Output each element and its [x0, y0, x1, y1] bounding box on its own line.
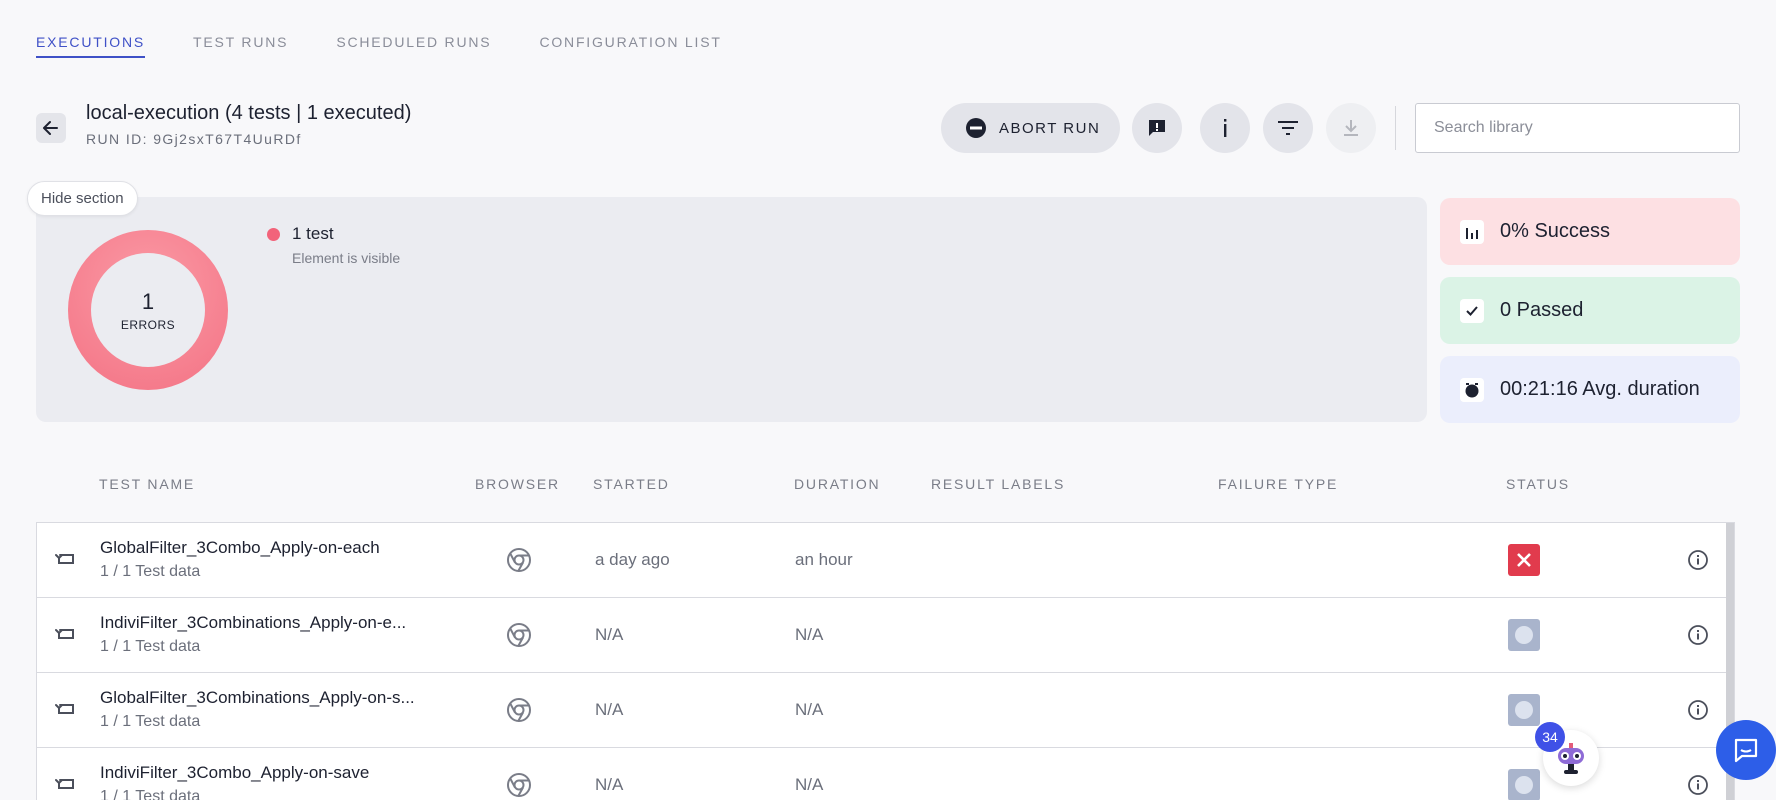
- test-data-count: 1 / 1 Test data: [100, 563, 201, 580]
- header-failure-type[interactable]: FAILURE TYPE: [1218, 476, 1338, 492]
- queued-icon: [1515, 701, 1533, 719]
- run-title: local-execution (4 tests | 1 executed): [86, 102, 412, 124]
- filter-button[interactable]: [1263, 103, 1313, 153]
- chat-icon: [1734, 738, 1758, 763]
- test-data-count: 1 / 1 Test data: [100, 713, 201, 730]
- legend-description: Element is visible: [292, 250, 401, 266]
- hide-section-button[interactable]: Hide section: [27, 181, 138, 216]
- info-circle-icon[interactable]: [1687, 624, 1709, 646]
- bar-chart-icon: [1460, 219, 1484, 244]
- test-name[interactable]: IndiviFilter_3Combinations_Apply-on-e...: [100, 613, 406, 633]
- feedback-button[interactable]: [1132, 103, 1182, 153]
- started-time: N/A: [595, 700, 624, 719]
- queued-icon: [1515, 626, 1533, 644]
- info-circle-icon[interactable]: [1687, 774, 1709, 796]
- tab-scheduled-runs[interactable]: SCHEDULED RUNS: [336, 34, 491, 58]
- success-text: 0% Success: [1500, 220, 1611, 242]
- chrome-icon: [507, 773, 531, 797]
- duration-stat: 00:21:16 Avg. duration: [1440, 356, 1740, 423]
- rerun-icon[interactable]: [55, 625, 77, 643]
- status-queued-badge[interactable]: [1508, 619, 1540, 651]
- run-id: RUN ID: 9Gj2sxT67T4UuRDf: [86, 131, 302, 147]
- feedback-icon: [1149, 120, 1165, 136]
- search-input[interactable]: [1415, 103, 1740, 153]
- notification-badge: 34: [1535, 722, 1565, 752]
- started-time: N/A: [595, 625, 624, 644]
- tab-test-runs[interactable]: TEST RUNS: [193, 34, 288, 58]
- status-queued-badge[interactable]: [1508, 769, 1540, 800]
- close-icon: [1517, 553, 1531, 567]
- stop-icon: [966, 118, 986, 138]
- errors-donut: 1 ERRORS: [68, 230, 228, 390]
- chrome-icon: [507, 548, 531, 572]
- queued-icon: [1515, 776, 1533, 794]
- info-icon: [1224, 119, 1227, 137]
- abort-run-label: ABORT RUN: [999, 119, 1101, 137]
- info-circle-icon[interactable]: [1687, 549, 1709, 571]
- errors-count: 1: [141, 288, 155, 314]
- status-failed-badge[interactable]: [1508, 544, 1540, 576]
- started-time: a day ago: [595, 550, 670, 569]
- filter-icon: [1278, 121, 1298, 135]
- abort-run-button[interactable]: ABORT RUN: [941, 103, 1120, 153]
- legend-count: 1 test: [292, 224, 334, 243]
- header-test-name[interactable]: TEST NAME: [99, 476, 195, 492]
- duration-value: N/A: [795, 700, 824, 719]
- header-divider: [1395, 106, 1396, 150]
- chrome-icon: [507, 623, 531, 647]
- started-time: N/A: [595, 775, 624, 794]
- check-icon: [1460, 298, 1484, 323]
- rerun-icon[interactable]: [55, 550, 77, 568]
- success-stat: 0% Success: [1440, 198, 1740, 265]
- test-data-count: 1 / 1 Test data: [100, 638, 201, 655]
- donut-center: 1 ERRORS: [91, 253, 205, 367]
- executions-table: GlobalFilter_3Combo_Apply-on-each 1 / 1 …: [36, 522, 1735, 800]
- header-result-labels[interactable]: RESULT LABELS: [931, 476, 1065, 492]
- header-status[interactable]: STATUS: [1506, 476, 1570, 492]
- header-duration[interactable]: DURATION: [794, 476, 880, 492]
- table-row[interactable]: IndiviFilter_3Combo_Apply-on-save 1 / 1 …: [37, 748, 1728, 800]
- info-button[interactable]: [1200, 103, 1250, 153]
- passed-stat: 0 Passed: [1440, 277, 1740, 344]
- clock-icon: [1460, 377, 1484, 402]
- duration-text: 00:21:16 Avg. duration: [1500, 378, 1700, 400]
- table-row[interactable]: IndiviFilter_3Combinations_Apply-on-e...…: [37, 598, 1728, 673]
- download-button[interactable]: [1326, 103, 1376, 153]
- chat-launcher-button[interactable]: [1716, 720, 1776, 780]
- summary-panel: [36, 197, 1427, 422]
- duration-value: N/A: [795, 775, 824, 794]
- top-tabs: EXECUTIONS TEST RUNS SCHEDULED RUNS CONF…: [36, 34, 722, 58]
- test-data-count: 1 / 1 Test data: [100, 788, 201, 800]
- errors-label: ERRORS: [120, 317, 176, 332]
- header-started[interactable]: STARTED: [593, 476, 670, 492]
- passed-text: 0 Passed: [1500, 299, 1584, 321]
- test-name[interactable]: GlobalFilter_3Combo_Apply-on-each: [100, 538, 380, 558]
- rerun-icon[interactable]: [55, 775, 77, 793]
- table-row[interactable]: GlobalFilter_3Combo_Apply-on-each 1 / 1 …: [37, 523, 1728, 598]
- back-button[interactable]: [36, 113, 66, 143]
- tab-executions[interactable]: EXECUTIONS: [36, 34, 146, 58]
- download-icon: [1344, 120, 1358, 136]
- header-browser[interactable]: BROWSER: [475, 476, 560, 492]
- duration-value: N/A: [795, 625, 824, 644]
- arrow-left-icon: [43, 121, 58, 135]
- table-row[interactable]: GlobalFilter_3Combinations_Apply-on-s...…: [37, 673, 1728, 748]
- info-circle-icon[interactable]: [1687, 699, 1709, 721]
- duration-value: an hour: [795, 550, 853, 569]
- test-name[interactable]: GlobalFilter_3Combinations_Apply-on-s...: [100, 688, 415, 708]
- chrome-icon: [507, 698, 531, 722]
- rerun-icon[interactable]: [55, 700, 77, 718]
- legend-dot: [267, 228, 280, 241]
- status-queued-badge[interactable]: [1508, 694, 1540, 726]
- tab-configuration-list[interactable]: CONFIGURATION LIST: [539, 34, 721, 58]
- test-name[interactable]: IndiviFilter_3Combo_Apply-on-save: [100, 763, 369, 783]
